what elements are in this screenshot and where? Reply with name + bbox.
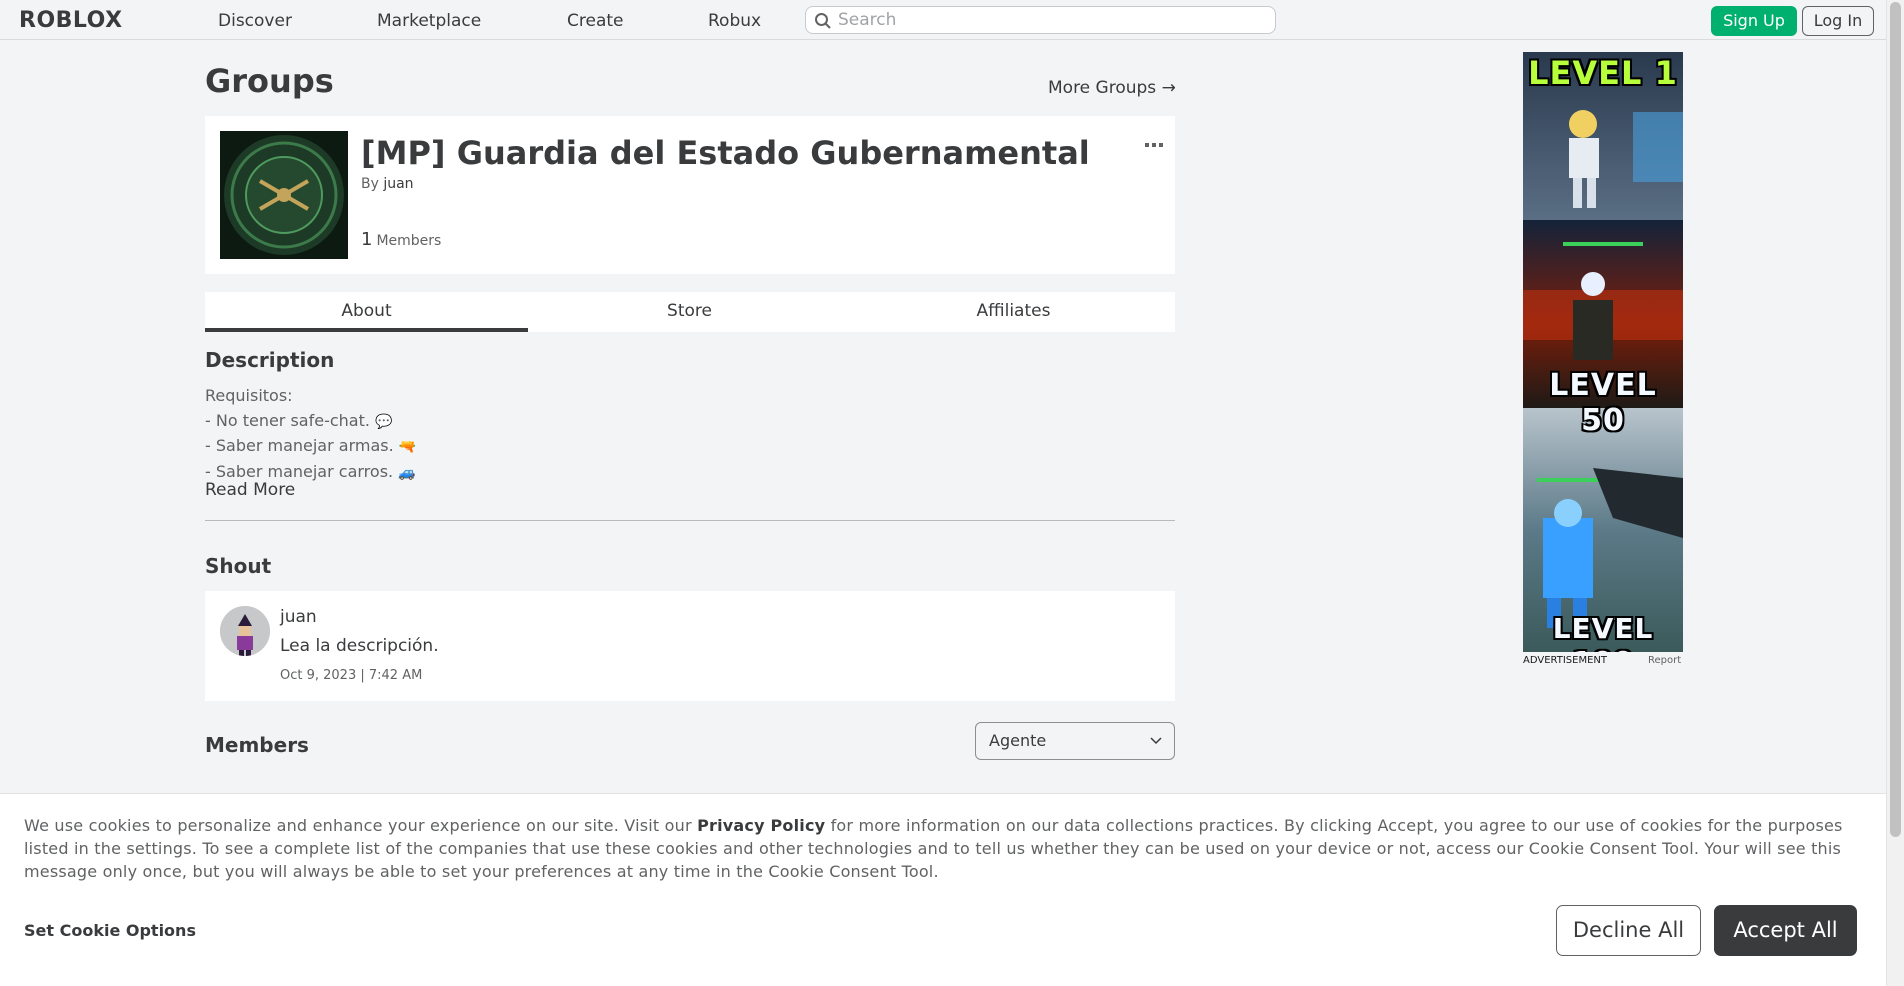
more-groups-link[interactable]: More Groups →	[1048, 78, 1176, 98]
description-line: - No tener safe-chat. 💬	[205, 410, 393, 430]
ellipsis-icon[interactable]	[1145, 132, 1163, 153]
signup-button[interactable]: Sign Up	[1711, 6, 1797, 36]
search-box[interactable]	[805, 6, 1276, 34]
group-name: [MP] Guardia del Estado Gubernamental	[361, 134, 1090, 172]
speech-bubble-icon: 💬	[375, 413, 393, 430]
shout-timestamp: Oct 9, 2023 | 7:42 AM	[280, 668, 423, 683]
read-more-link[interactable]: Read More	[205, 480, 295, 500]
scrollbar-thumb[interactable]	[1890, 2, 1901, 837]
cookie-consent-banner: We use cookies to personalize and enhanc…	[0, 793, 1886, 986]
page-title: Groups	[205, 62, 334, 100]
group-header-card: [MP] Guardia del Estado Gubernamental By…	[205, 116, 1175, 274]
nav-discover[interactable]: Discover	[218, 11, 292, 31]
description-line: - Saber manejar armas. 🔫	[205, 436, 417, 455]
section-divider	[205, 520, 1175, 521]
member-count-number: 1	[361, 229, 373, 250]
advertisement-banner[interactable]: LEVEL 1 LEVEL 50 LEVEL 100	[1523, 52, 1683, 652]
ad-level-1-text: LEVEL 1	[1528, 54, 1678, 92]
shout-message: Lea la descripción.	[280, 636, 439, 656]
cookie-message: We use cookies to personalize and enhanc…	[24, 816, 1843, 881]
role-dropdown[interactable]: Agente	[975, 722, 1175, 760]
description-heading: Description	[205, 348, 335, 372]
nav-robux[interactable]: Robux	[708, 11, 761, 31]
description-body: Requisitos: - No tener safe-chat. 💬 - Sa…	[205, 384, 416, 485]
avatar[interactable]	[220, 606, 270, 656]
nav-create[interactable]: Create	[567, 11, 624, 31]
roblox-logo[interactable]: ROBLOX	[19, 8, 123, 33]
advertisement-label: ADVERTISEMENT	[1523, 655, 1608, 666]
page-scrollbar[interactable]	[1886, 0, 1904, 986]
shout-card: juan Lea la descripción. Oct 9, 2023 | 7…	[205, 591, 1175, 701]
member-count: 1 Members	[361, 229, 441, 250]
tab-store[interactable]: Store	[528, 292, 851, 332]
water-pistol-icon: 🔫	[398, 439, 417, 455]
role-dropdown-value: Agente	[989, 731, 1047, 750]
shout-heading: Shout	[205, 554, 272, 578]
group-owner-link[interactable]: juan	[383, 176, 413, 192]
ad-level-50-text: LEVEL 50	[1549, 368, 1657, 438]
tab-about[interactable]: About	[205, 292, 528, 332]
description-line: Requisitos:	[205, 386, 293, 405]
privacy-policy-link[interactable]: Privacy Policy	[697, 816, 825, 835]
decline-all-button[interactable]: Decline All	[1556, 905, 1701, 956]
tab-affiliates[interactable]: Affiliates	[852, 292, 1175, 332]
search-icon	[815, 13, 831, 29]
member-count-label: Members	[376, 233, 442, 249]
members-heading: Members	[205, 733, 309, 757]
set-cookie-options-link[interactable]: Set Cookie Options	[24, 921, 196, 940]
nav-marketplace[interactable]: Marketplace	[377, 11, 481, 31]
by-label: By	[361, 176, 379, 192]
group-owner-line: By juan	[361, 176, 414, 192]
chevron-down-icon	[1150, 737, 1162, 745]
login-button[interactable]: Log In	[1802, 6, 1874, 36]
car-icon: 🚙	[398, 464, 416, 481]
shout-author[interactable]: juan	[280, 607, 317, 627]
search-input[interactable]	[838, 9, 1268, 31]
group-tabs: About Store Affiliates	[205, 292, 1175, 332]
top-navigation: ROBLOX Discover Marketplace Create Robux…	[0, 0, 1886, 40]
ad-report-link[interactable]: Report	[1648, 655, 1681, 666]
ad-level-100-text: LEVEL 100	[1552, 612, 1654, 652]
group-emblem	[220, 131, 348, 259]
accept-all-button[interactable]: Accept All	[1714, 905, 1857, 956]
